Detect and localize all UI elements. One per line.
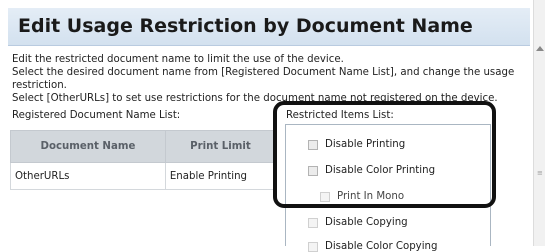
table-header-row: Document Name Print Limit [10, 130, 277, 163]
registered-document-table: Document Name Print Limit OtherURLs Enab… [10, 130, 277, 190]
item-label: Disable Copying [325, 217, 408, 228]
description-line: restriction. [12, 80, 67, 91]
checkbox-disable-printing[interactable] [308, 139, 318, 150]
vertical-scrollbar[interactable]: ≡ [533, 0, 545, 246]
checkbox-disable-color-printing[interactable] [308, 165, 318, 176]
item-disable-printing[interactable]: Disable Printing [308, 139, 405, 150]
table-row[interactable]: OtherURLs Enable Printing [10, 162, 277, 190]
restricted-items-list: Disable Printing Disable Color Printing … [285, 124, 491, 252]
item-disable-color-copying[interactable]: Disable Color Copying [308, 241, 437, 252]
edit-usage-restriction-page: Edit Usage Restriction by Document Name … [0, 0, 545, 252]
column-header-print-limit[interactable]: Print Limit [164, 130, 277, 163]
checkbox-disable-copying[interactable] [308, 217, 318, 228]
title-bar: Edit Usage Restriction by Document Name [8, 8, 530, 46]
restricted-items-label: Restricted Items List: [286, 110, 394, 121]
description-line: Edit the restricted document name to lim… [12, 54, 344, 65]
checkbox-print-in-mono[interactable] [320, 191, 330, 202]
cell-document-name[interactable]: OtherURLs [10, 162, 166, 190]
description-line: Select [OtherURLs] to set use restrictio… [12, 93, 498, 104]
item-label: Disable Color Printing [325, 165, 436, 176]
item-label: Disable Color Copying [325, 241, 438, 252]
grip-lines-icon[interactable]: ≡ [537, 170, 543, 177]
triangle-up-icon[interactable] [536, 46, 544, 51]
checkbox-disable-color-copying[interactable] [308, 241, 318, 252]
item-print-in-mono[interactable]: Print In Mono [320, 191, 404, 202]
item-label: Disable Printing [325, 139, 406, 150]
item-label: Print In Mono [337, 191, 405, 202]
page-title: Edit Usage Restriction by Document Name [18, 15, 473, 37]
column-header-document-name[interactable]: Document Name [10, 130, 166, 163]
item-disable-color-printing[interactable]: Disable Color Printing [308, 165, 435, 176]
cell-print-limit[interactable]: Enable Printing [164, 162, 277, 190]
item-disable-copying[interactable]: Disable Copying [308, 217, 408, 228]
registered-list-label: Registered Document Name List: [12, 110, 181, 121]
description-line: Select the desired document name from [R… [12, 67, 515, 78]
description: Edit the restricted document name to lim… [12, 53, 528, 105]
